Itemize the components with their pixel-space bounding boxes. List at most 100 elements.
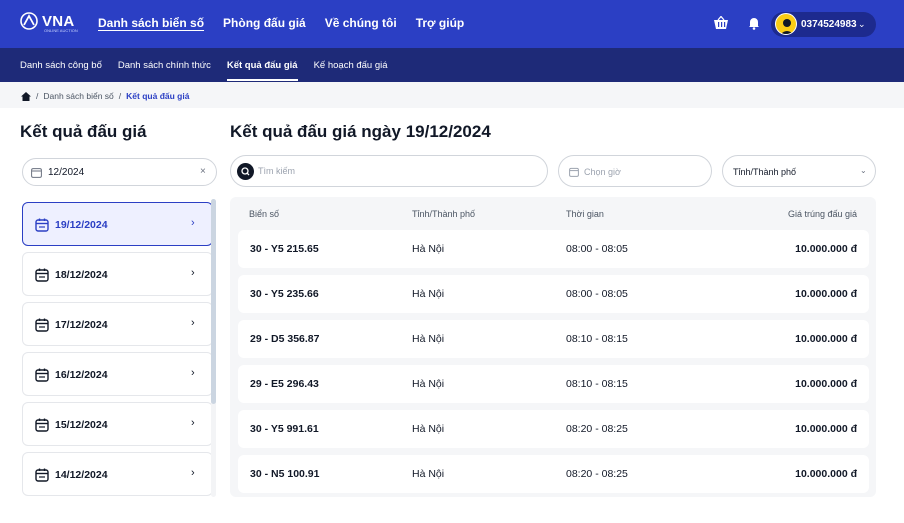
calendar-icon — [35, 218, 49, 232]
chevron-right-icon: › — [191, 217, 195, 229]
breadcrumb-current: Kết quả đấu giá — [126, 91, 190, 101]
column-header-city: Tỉnh/Thành phố — [412, 209, 476, 219]
time-cell: 08:10 - 08:15 — [566, 333, 628, 345]
date-label: 19/12/2024 — [55, 219, 108, 231]
nav-phong-dau-gia[interactable]: Phòng đấu giá — [223, 16, 306, 30]
price-cell: 10.000.000 đ — [795, 468, 857, 480]
chevron-right-icon: › — [191, 267, 195, 279]
plate-number: 30 - Y5 235.66 — [250, 288, 319, 300]
tab-ke-hoach-dau-gia[interactable]: Kế hoạch đấu giá — [314, 60, 388, 71]
city-cell: Hà Nội — [412, 243, 445, 255]
breadcrumb-bar: / Danh sách biển số / Kết quả đấu giá — [0, 82, 904, 108]
logo-icon — [20, 12, 38, 30]
month-filter-input[interactable]: 12/2024 × — [22, 158, 217, 186]
plate-number: 30 - Y5 991.61 — [250, 423, 319, 435]
date-list-item[interactable]: 19/12/2024 › — [22, 202, 213, 246]
month-filter-value: 12/2024 — [48, 167, 85, 178]
table-row[interactable]: 29 - E5 296.43 Hà Nội 08:10 - 08:15 10.000.… — [238, 365, 869, 403]
date-label: 15/12/2024 — [55, 419, 108, 431]
price-cell: 10.000.000 đ — [795, 243, 857, 255]
calendar-icon — [35, 318, 49, 332]
left-panel-title: Kết quả đấu giá — [20, 122, 147, 141]
city-cell: Hà Nội — [412, 468, 445, 480]
column-header-plate: Biển số — [249, 209, 280, 219]
chevron-right-icon: › — [191, 417, 195, 429]
chevron-right-icon: › — [191, 467, 195, 479]
date-label: 17/12/2024 — [55, 319, 108, 331]
home-icon[interactable] — [21, 91, 31, 101]
plate-number: 30 - N5 100.91 — [250, 468, 320, 480]
table-row[interactable]: 30 - Y5 991.61 Hà Nội 08:20 - 08:25 10.000.… — [238, 410, 869, 448]
table-row[interactable]: 30 - Y5 235.66 Hà Nội 08:00 - 08:05 10.000.… — [238, 275, 869, 313]
page-bottom — [0, 497, 904, 523]
calendar-icon — [31, 168, 42, 178]
nav-danh-sach-bien-so[interactable]: Danh sách biển số — [98, 16, 204, 30]
date-label: 16/12/2024 — [55, 369, 108, 381]
time-cell: 08:20 - 08:25 — [566, 468, 628, 480]
tab-ket-qua-dau-gia[interactable]: Kết quả đấu giá — [226, 60, 298, 81]
city-cell: Hà Nội — [412, 378, 445, 390]
tab-danh-sach-chinh-thuc[interactable]: Danh sách chính thức — [118, 60, 211, 71]
sub-navbar: Danh sách công bố Danh sách chính thức K… — [0, 48, 904, 82]
column-header-price: Giá trúng đấu giá — [787, 209, 857, 219]
plate-number: 29 - E5 296.43 — [250, 378, 319, 390]
date-list-scrollbar[interactable] — [211, 199, 216, 497]
table-header: Biển số Tỉnh/Thành phố Thời gian Giá trú… — [230, 197, 876, 229]
city-cell: Hà Nội — [412, 288, 445, 300]
table-row[interactable]: 30 - N5 100.91 Hà Nội 08:20 - 08:25 10.000.… — [238, 455, 869, 493]
results-table: Biển số Tỉnh/Thành phố Thời gian Giá trú… — [230, 197, 876, 497]
breadcrumb-separator: / — [36, 91, 39, 101]
search-input[interactable]: Tìm kiếm — [230, 155, 548, 187]
tab-danh-sach-cong-bo[interactable]: Danh sách công bố — [20, 60, 102, 71]
logo[interactable]: VNA ONLINE AUCTION — [20, 12, 78, 33]
time-cell: 08:10 - 08:15 — [566, 378, 628, 390]
avatar — [775, 13, 797, 35]
date-list-item[interactable]: 18/12/2024 › — [22, 252, 213, 296]
city-select-value: Tỉnh/Thành phố — [733, 167, 797, 177]
breadcrumb-separator: / — [118, 91, 122, 101]
time-picker-input[interactable]: Chọn giờ — [558, 155, 712, 187]
date-list-item[interactable]: 14/12/2024 › — [22, 452, 213, 496]
breadcrumb: / Danh sách biển số / Kết quả đấu giá — [21, 91, 189, 101]
chevron-right-icon: › — [191, 317, 195, 329]
city-select[interactable]: Tỉnh/Thành phố ⌄ — [722, 155, 876, 187]
calendar-icon — [35, 268, 49, 282]
city-cell: Hà Nội — [412, 423, 445, 435]
cart-icon[interactable] — [713, 16, 729, 30]
time-cell: 08:00 - 08:05 — [566, 288, 628, 300]
column-header-time: Thời gian — [566, 209, 604, 219]
time-cell: 08:20 - 08:25 — [566, 423, 628, 435]
calendar-icon — [35, 468, 49, 482]
price-cell: 10.000.000 đ — [795, 288, 857, 300]
date-label: 14/12/2024 — [55, 469, 108, 481]
date-list-item[interactable]: 17/12/2024 › — [22, 302, 213, 346]
scrollbar-thumb[interactable] — [211, 199, 216, 404]
chevron-down-icon: ⌄ — [860, 166, 867, 175]
date-list-item[interactable]: 16/12/2024 › — [22, 352, 213, 396]
clear-icon[interactable]: × — [200, 166, 206, 177]
calendar-icon — [35, 418, 49, 432]
page-title: Kết quả đấu giá ngày 19/12/2024 — [230, 122, 491, 141]
date-list-item[interactable]: 15/12/2024 › — [22, 402, 213, 446]
calendar-icon — [569, 167, 579, 177]
nav-tro-giup[interactable]: Trợ giúp — [416, 16, 465, 30]
logo-text: VNA — [42, 12, 75, 30]
date-label: 18/12/2024 — [55, 269, 108, 281]
table-row[interactable]: 30 - Y5 215.65 Hà Nội 08:00 - 08:05 10.000.… — [238, 230, 869, 268]
search-icon — [237, 163, 254, 180]
bell-icon[interactable] — [747, 16, 761, 30]
chevron-right-icon: › — [191, 367, 195, 379]
plate-number: 29 - D5 356.87 — [250, 333, 320, 345]
plate-number: 30 - Y5 215.65 — [250, 243, 319, 255]
user-phone: 0374524983 — [801, 19, 857, 30]
city-cell: Hà Nội — [412, 333, 445, 345]
date-list: 19/12/2024 › 18/12/2024 › 17/12/2024 › 16/12/2… — [20, 199, 218, 497]
breadcrumb-item[interactable]: Danh sách biển số — [43, 91, 113, 101]
user-menu-button[interactable]: 0374524983 ⌄ — [771, 12, 876, 37]
table-row[interactable]: 29 - D5 356.87 Hà Nội 08:10 - 08:15 10.000.… — [238, 320, 869, 358]
logo-tagline: ONLINE AUCTION — [44, 28, 78, 33]
nav-ve-chung-toi[interactable]: Về chúng tôi — [325, 16, 397, 30]
main-nav: Danh sách biển số Phòng đấu giá Về chúng… — [98, 16, 464, 30]
time-placeholder: Chọn giờ — [584, 167, 621, 177]
time-cell: 08:00 - 08:05 — [566, 243, 628, 255]
